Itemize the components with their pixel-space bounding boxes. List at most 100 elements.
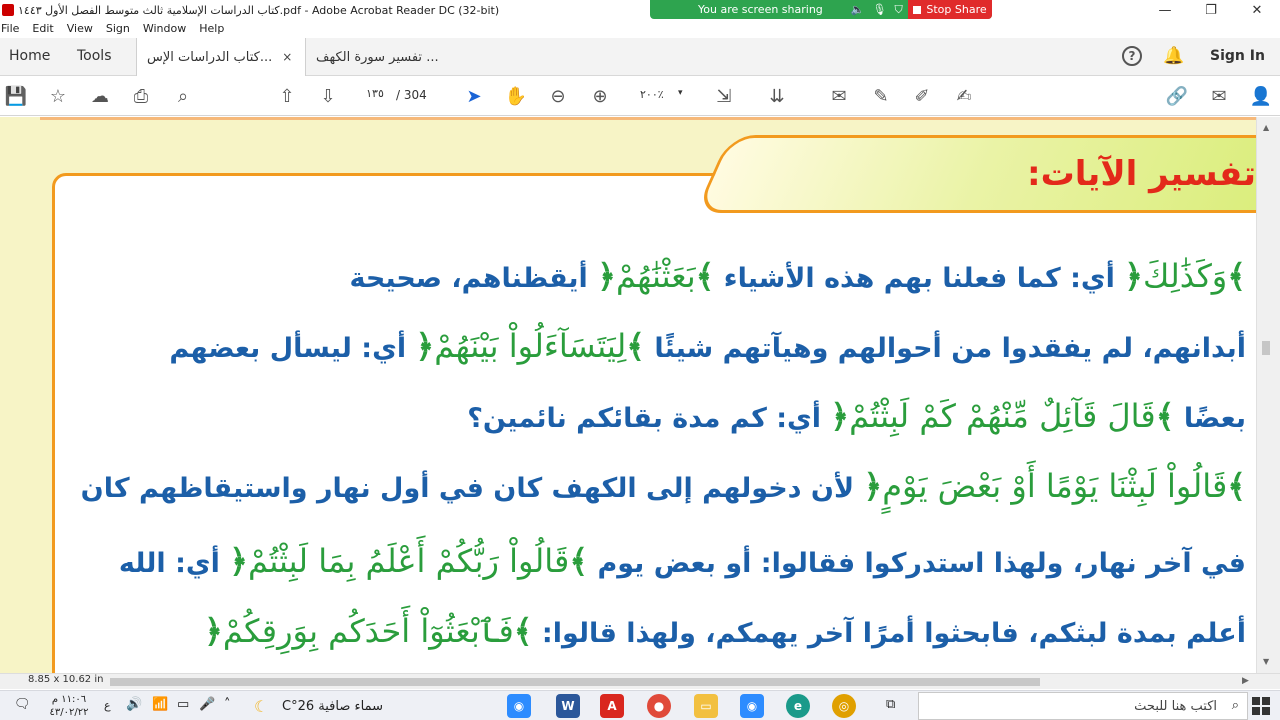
menu-edit[interactable]: Edit bbox=[31, 20, 59, 38]
start-menu-icon[interactable] bbox=[1252, 697, 1270, 715]
tab-home[interactable]: Home bbox=[9, 48, 50, 64]
zoom-out-icon[interactable]: ⊖ bbox=[546, 84, 570, 108]
quran-text: قَالُواْ لَبِثْنَا يَوْمًا أَوْ بَعْضَ ي… bbox=[882, 467, 1228, 505]
language-indicator[interactable]: ع bbox=[104, 699, 111, 712]
quran-text: فَٱبْعَثُوٓاْ أَحَدَكُم بِوَرِقِكُمْ bbox=[222, 612, 514, 650]
weather-widget[interactable]: سماء صافية 26°C bbox=[282, 699, 383, 714]
mic-icon[interactable]: 🎙 bbox=[872, 3, 886, 17]
stop-share-button[interactable]: Stop Share bbox=[908, 0, 992, 19]
scroll-up-icon[interactable]: ▲ bbox=[1263, 123, 1269, 132]
volume-icon[interactable]: 🔊 bbox=[126, 697, 142, 712]
title-bar: كتاب الدراسات الإسلامية ثالث متوسط الفصل… bbox=[0, 0, 1280, 20]
taskbar-search-input[interactable]: اكتب هنا للبحث ⌕ bbox=[918, 692, 1248, 720]
notification-icon[interactable]: 🗨 bbox=[14, 697, 31, 712]
tab-document-label: تفسير سورة الكهف ... bbox=[316, 49, 439, 65]
scroll-mode-icon[interactable]: ⇊ bbox=[765, 84, 789, 108]
draw-icon[interactable]: ✐ bbox=[910, 84, 934, 108]
zoom-level[interactable]: ٢٠٠٪ bbox=[640, 88, 664, 101]
menu-file[interactable]: File bbox=[0, 20, 25, 38]
page-top-border bbox=[40, 117, 1256, 120]
menu-window[interactable]: Window bbox=[142, 20, 192, 38]
tab-document-active[interactable]: كتاب الدراسات الإس... × bbox=[136, 38, 306, 76]
quran-text: لِيَتَسَآءَلُواْ بَيْنَهُمْ bbox=[434, 327, 627, 365]
page-size-label: 8.85 x 10.62 in bbox=[28, 674, 104, 685]
comment-icon[interactable]: ✉ bbox=[827, 84, 851, 108]
zoom-meeting-icon[interactable]: ◉ bbox=[740, 694, 764, 718]
chevron-down-icon[interactable]: ▾ bbox=[678, 88, 683, 98]
text-line-1: ﴾وَكَذَٰلِكَ﴿ أي: كما فعلنا بهم هذه الأش… bbox=[349, 257, 1246, 295]
next-page-icon[interactable]: ⇩ bbox=[316, 84, 340, 108]
acrobat-taskbar-icon[interactable]: A bbox=[600, 694, 624, 718]
previous-page-icon[interactable]: ⇧ bbox=[275, 84, 299, 108]
page-heading: تفسير الآيات: bbox=[1027, 154, 1256, 194]
close-tab-icon[interactable]: × bbox=[282, 50, 292, 64]
wifi-icon[interactable]: 📶 bbox=[152, 697, 168, 712]
help-icon[interactable]: ? bbox=[1122, 46, 1142, 66]
tab-bar: Home Tools كتاب الدراسات الإس... × تفسير… bbox=[0, 38, 1280, 76]
screen-share-bar: You are screen sharing 🔈 🎙 ⛉ Stop Share bbox=[650, 0, 992, 19]
quran-text: بَعَثْنَٰهُمْ bbox=[615, 257, 696, 295]
fit-page-icon[interactable]: ⇲ bbox=[712, 84, 736, 108]
menu-help[interactable]: Help bbox=[198, 20, 230, 38]
document-area[interactable]: تفسير الآيات: ﴾وَكَذَٰلِكَ﴿ أي: كما فعلن… bbox=[0, 117, 1256, 673]
menu-sign[interactable]: Sign bbox=[105, 20, 136, 38]
text-line-5: في آخر نهار، ولهذا استدركوا فقالوا: أو ب… bbox=[118, 542, 1246, 580]
quran-text: قَالُواْ رَبُّكُمْ أَعْلَمُ بِمَا لَبِثْ… bbox=[248, 542, 570, 580]
chrome-browser-icon[interactable]: ◎ bbox=[832, 694, 856, 718]
chevron-up-icon[interactable]: ˄ bbox=[224, 697, 231, 712]
tab-document-label: كتاب الدراسات الإس... bbox=[147, 49, 273, 65]
zoom-app-icon[interactable]: ◉ bbox=[507, 694, 531, 718]
star-icon[interactable]: ☆ bbox=[46, 84, 70, 108]
text-line-3: بعضًا ﴾قَالَ قَآئِلٌ مِّنْهُمْ كَمْ لَبِ… bbox=[467, 397, 1246, 435]
search-icon: ⌕ bbox=[1231, 698, 1239, 713]
scrollbar-thumb[interactable] bbox=[1262, 341, 1270, 355]
zoom-in-icon[interactable]: ⊕ bbox=[588, 84, 612, 108]
menu-view[interactable]: View bbox=[66, 20, 99, 38]
select-cursor-icon[interactable]: ➤ bbox=[462, 84, 486, 108]
clock-date: ٤٣/٠٢/٢٢ bbox=[49, 707, 89, 718]
text-line-6: أعلم بمدة لبثكم، فابحثوا أمرًا آخر يهمكم… bbox=[204, 612, 1246, 650]
upload-cloud-icon[interactable]: ☁ bbox=[88, 84, 112, 108]
microphone-icon[interactable]: 🎤 bbox=[199, 697, 215, 712]
menu-bar: File Edit View Sign Window Help bbox=[0, 20, 236, 38]
bell-icon[interactable]: 🔔 bbox=[1163, 46, 1184, 66]
horizontal-scrollbar-thumb[interactable] bbox=[110, 678, 1040, 686]
add-user-icon[interactable]: 👤 bbox=[1249, 84, 1273, 108]
print-icon[interactable]: ⎙ bbox=[129, 84, 153, 108]
file-explorer-icon[interactable]: ▭ bbox=[694, 694, 718, 718]
search-zoom-icon[interactable]: ⌕ bbox=[171, 84, 195, 108]
tab-tools[interactable]: Tools bbox=[77, 48, 112, 64]
sign-in-button[interactable]: Sign In bbox=[1210, 48, 1265, 64]
maximize-button[interactable]: ❐ bbox=[1188, 0, 1234, 20]
page-total: / 304 bbox=[396, 88, 427, 102]
word-app-icon[interactable]: W bbox=[556, 694, 580, 718]
close-window-button[interactable]: ✕ bbox=[1234, 0, 1280, 20]
share-link-icon[interactable]: 🔗 bbox=[1165, 84, 1189, 108]
fill-sign-icon[interactable]: ✍ bbox=[952, 84, 976, 108]
text-line-2: أبدانهم، لم يفقدوا من أحوالهم وهيآتهم شي… bbox=[169, 327, 1246, 365]
horizontal-scrollbar[interactable]: ▶ bbox=[0, 673, 1280, 689]
tab-document-inactive[interactable]: تفسير سورة الكهف ... bbox=[306, 38, 476, 76]
toolbar: 💾 ☆ ☁ ⎙ ⌕ ⇧ ⇩ ١٣٥ / 304 ➤ ✋ ⊖ ⊕ ٢٠٠٪ ▾ ⇲… bbox=[0, 76, 1280, 116]
system-clock[interactable]: ١١:٠٦ م ٤٣/٠٢/٢٢ bbox=[44, 693, 94, 719]
speaker-icon[interactable]: 🔈 bbox=[851, 3, 865, 17]
save-icon[interactable]: 💾 bbox=[4, 84, 28, 108]
scroll-down-icon[interactable]: ▼ bbox=[1263, 657, 1269, 666]
shield-icon[interactable]: ⛉ bbox=[894, 3, 902, 17]
quran-text: قَالَ قَآئِلٌ مِّنْهُمْ كَمْ لَبِثْتُمْ bbox=[849, 397, 1156, 435]
minimize-button[interactable]: — bbox=[1142, 0, 1188, 20]
edge-browser-icon[interactable]: e bbox=[786, 694, 810, 718]
battery-icon[interactable]: ▭ bbox=[177, 697, 189, 712]
recorder-app-icon[interactable]: ● bbox=[647, 694, 671, 718]
window-title: كتاب الدراسات الإسلامية ثالث متوسط الفصل… bbox=[18, 3, 500, 17]
vertical-scrollbar[interactable]: ▲ ▼ bbox=[1256, 117, 1280, 673]
page-number-input[interactable]: ١٣٥ bbox=[358, 87, 392, 105]
taskbar: 🗨 ١١:٠٦ م ٤٣/٠٢/٢٢ ع 🔊 📶 ▭ 🎤 ˄ ☾ سماء صا… bbox=[0, 690, 1280, 720]
email-icon[interactable]: ✉ bbox=[1207, 84, 1231, 108]
hand-tool-icon[interactable]: ✋ bbox=[504, 84, 528, 108]
scroll-right-icon[interactable]: ▶ bbox=[1242, 676, 1249, 686]
clock-time: ١١:٠٦ م bbox=[51, 694, 87, 705]
task-view-icon[interactable]: ⧉ bbox=[886, 697, 895, 712]
highlight-icon[interactable]: ✎ bbox=[869, 84, 893, 108]
stop-icon bbox=[913, 5, 922, 14]
